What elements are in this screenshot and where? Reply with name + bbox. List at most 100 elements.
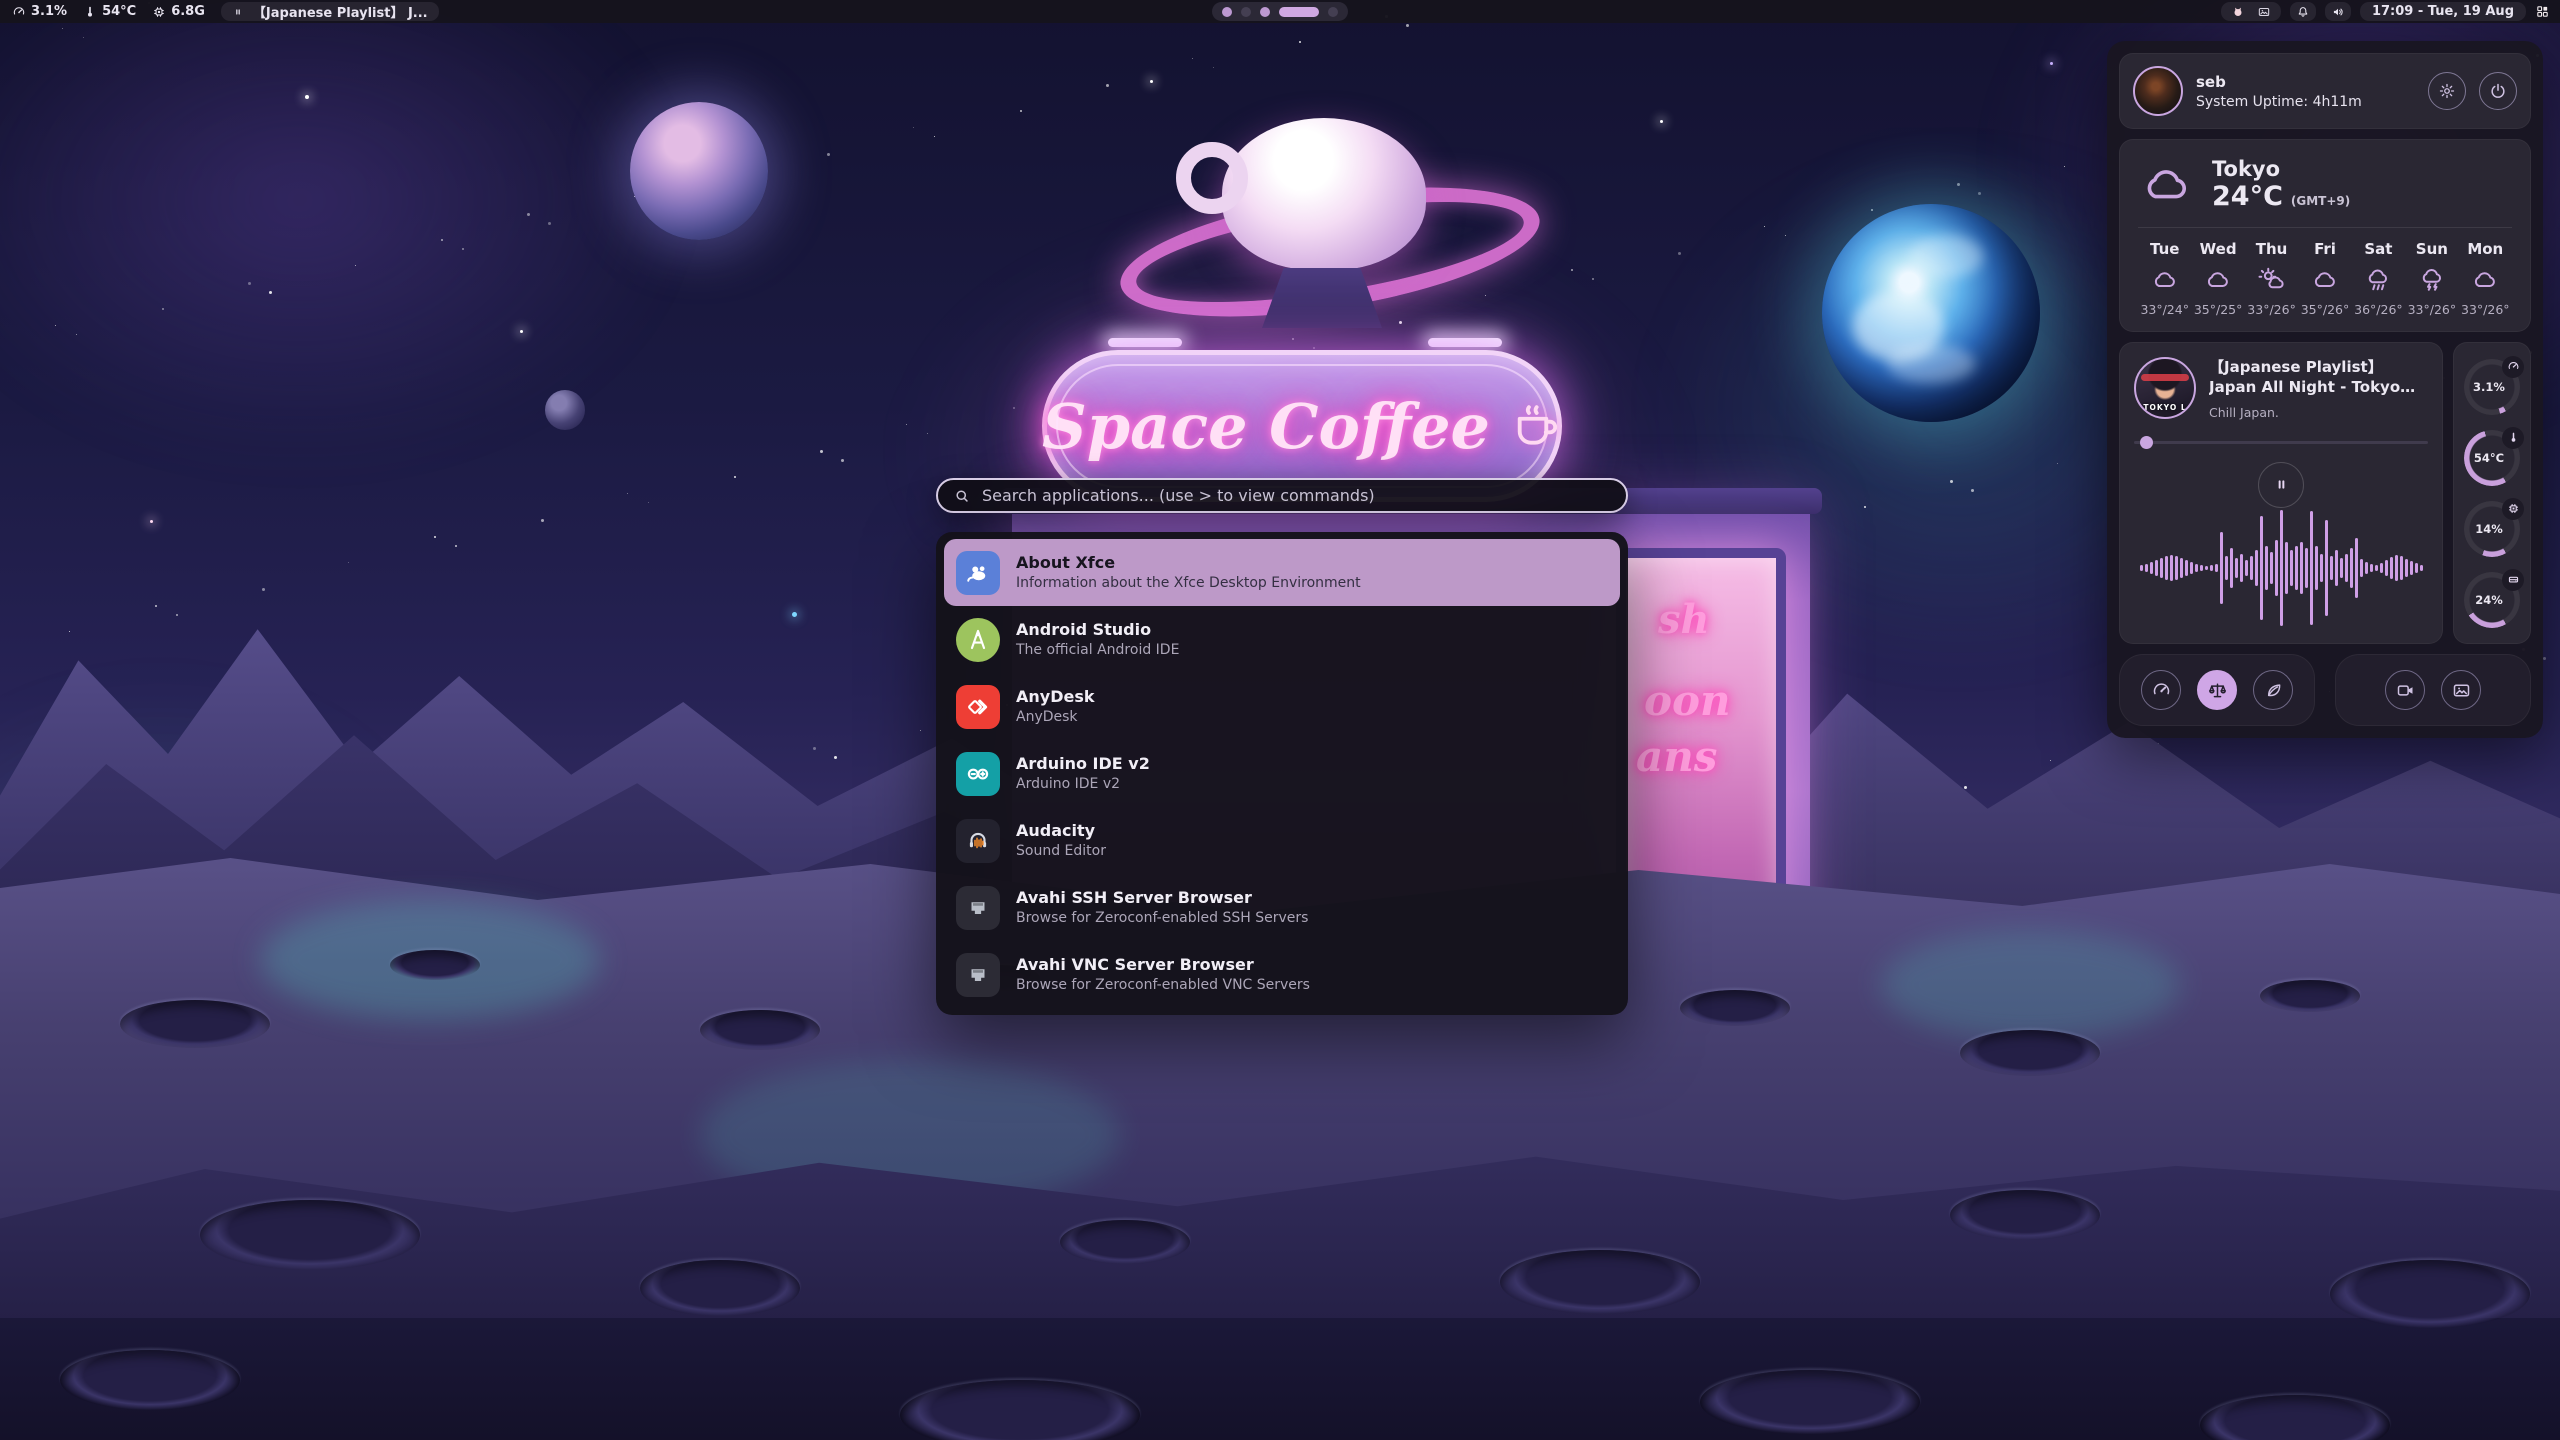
result-android-studio[interactable]: Android StudioThe official Android IDE — [944, 606, 1620, 673]
star — [1206, 364, 1207, 365]
wave-bar — [2390, 557, 2393, 579]
result-title: Audacity — [1016, 822, 1106, 840]
result-about-xfce[interactable]: About XfceInformation about the Xfce Des… — [944, 539, 1620, 606]
star — [641, 799, 642, 800]
star — [155, 605, 157, 607]
gauge-cpu-temp: 54°C — [2464, 430, 2520, 486]
star — [1299, 41, 1301, 43]
workspace-2-empty[interactable] — [1241, 7, 1251, 17]
profile-power-saver-button[interactable] — [2253, 670, 2293, 710]
star — [2057, 463, 2058, 464]
workspace-3-occupied[interactable] — [1260, 7, 1270, 17]
clock[interactable]: 17:09 - Tue, 19 Aug — [2360, 2, 2526, 21]
star — [1106, 84, 1109, 87]
settings-button[interactable] — [2428, 72, 2466, 110]
search-placeholder: Search applications... (use > to view co… — [982, 486, 1375, 505]
search-icon — [953, 487, 971, 505]
star — [1671, 549, 1674, 552]
user-card: seb System Uptime: 4h11m — [2119, 53, 2531, 129]
crater — [1700, 1370, 1920, 1434]
workspace-switcher — [1212, 2, 1348, 21]
star — [2050, 760, 2051, 761]
image-icon[interactable] — [2257, 5, 2271, 19]
wave-bar — [2230, 548, 2233, 588]
result-avahi-vnc-server-browser[interactable]: Avahi VNC Server BrowserBrowse for Zeroc… — [944, 941, 1620, 1008]
media-and-stats: TOKYO L 【Japanese Playlist】 Japan All Ni… — [2119, 342, 2531, 644]
power-button[interactable] — [2479, 72, 2517, 110]
result-audacity[interactable]: AudacitySound Editor — [944, 807, 1620, 874]
forecast-temps: 33°/26° — [2247, 302, 2296, 317]
result-title: Avahi SSH Server Browser — [1016, 889, 1308, 907]
volume-button[interactable] — [2325, 2, 2351, 21]
sun-cloud-icon — [2257, 265, 2287, 295]
album-art: TOKYO L — [2134, 357, 2196, 419]
power-profile-group — [2119, 654, 2315, 726]
star — [1099, 381, 1102, 384]
profile-performance-button[interactable] — [2141, 670, 2181, 710]
star — [913, 127, 914, 128]
forecast-day: Tue — [2150, 240, 2179, 258]
star — [906, 424, 907, 425]
wave-bar — [2140, 565, 2143, 571]
track-title: 【Japanese Playlist】 Japan All Night - To… — [2209, 357, 2428, 398]
crater — [2330, 1260, 2530, 1328]
screen-record-button[interactable] — [2385, 670, 2425, 710]
star — [76, 334, 77, 335]
workspace-1-occupied[interactable] — [1222, 7, 1232, 17]
star — [727, 773, 729, 775]
star — [1771, 829, 1772, 830]
result-arduino-ide-v2[interactable]: Arduino IDE v2Arduino IDE v2 — [944, 740, 1620, 807]
star — [162, 308, 164, 310]
workspace-4-active[interactable] — [1279, 7, 1319, 17]
workspace-5-empty[interactable] — [1328, 7, 1338, 17]
result-anydesk[interactable]: AnyDeskAnyDesk — [944, 673, 1620, 740]
star — [83, 37, 84, 38]
earth-cloud — [1909, 235, 1983, 279]
forecast-temps: 35°/26° — [2301, 302, 2350, 317]
weather-forecast: Tue33°/24°Wed35°/25°Thu33°/26°Fri35°/26°… — [2138, 240, 2512, 317]
star — [262, 588, 265, 591]
seek-handle[interactable] — [2140, 436, 2153, 449]
search-input[interactable]: Search applications... (use > to view co… — [936, 478, 1628, 513]
result-title: Arduino IDE v2 — [1016, 755, 1150, 773]
crater — [120, 1000, 270, 1048]
star — [362, 868, 363, 869]
notifications-button[interactable] — [2290, 2, 2316, 21]
overview-grid-button[interactable] — [2535, 4, 2550, 19]
wave-bar — [2275, 540, 2278, 596]
result-title: Avahi VNC Server Browser — [1016, 956, 1310, 974]
forecast-tue: Tue33°/24° — [2138, 240, 2191, 317]
nebula — [0, 0, 680, 460]
wave-bar — [2360, 559, 2363, 577]
thermometer-icon — [2502, 427, 2524, 449]
star — [55, 325, 56, 326]
wave-bar — [2270, 552, 2273, 584]
window-neon-text: sh — [1658, 596, 1710, 643]
wave-bar — [2180, 558, 2183, 578]
wave-bar — [2345, 554, 2348, 582]
system-gauges: 3.1%54°C14%24% — [2453, 342, 2531, 644]
now-playing-pill[interactable]: 【Japanese Playlist】 J... — [221, 2, 439, 21]
crater — [390, 950, 480, 980]
result-avahi-ssh-server-browser[interactable]: Avahi SSH Server BrowserBrowse for Zeroc… — [944, 874, 1620, 941]
small-moon — [545, 390, 585, 430]
star — [1020, 110, 1022, 112]
profile-balanced-button[interactable] — [2197, 670, 2237, 710]
crater — [1960, 1030, 2100, 1076]
star — [1971, 489, 1974, 492]
audio-visualizer — [2134, 508, 2428, 630]
forecast-day: Thu — [2256, 240, 2288, 258]
earth-cloud — [1887, 344, 1974, 383]
wave-bar — [2305, 548, 2308, 588]
star — [448, 842, 450, 844]
seek-bar[interactable] — [2134, 436, 2428, 448]
wave-bar — [2355, 538, 2358, 598]
pet-icon[interactable] — [2231, 5, 2245, 19]
crater — [1060, 1220, 1190, 1264]
wave-bar — [2420, 565, 2423, 571]
play-pause-button[interactable] — [2258, 462, 2304, 508]
star — [548, 222, 551, 225]
star — [834, 756, 837, 759]
wave-bar — [2165, 556, 2168, 580]
screenshot-button[interactable] — [2441, 670, 2481, 710]
